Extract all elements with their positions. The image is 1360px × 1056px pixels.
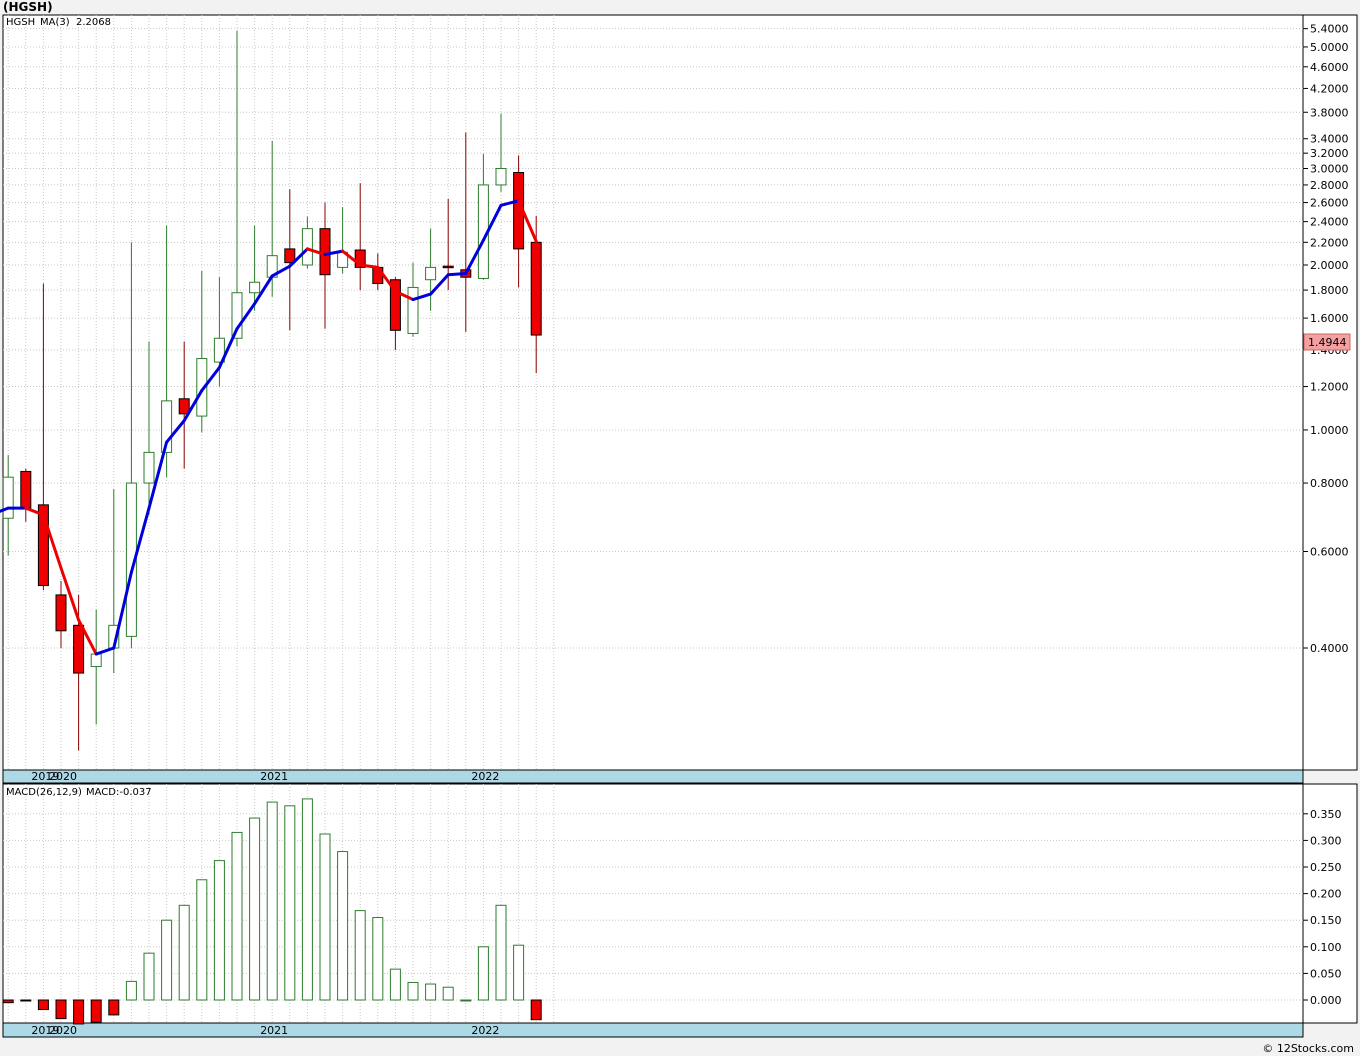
macd-y-tick-label: 0.100 bbox=[1310, 941, 1342, 954]
macd-x-tick-label: 2021 bbox=[260, 1024, 288, 1037]
price-y-tick-label: 3.0000 bbox=[1310, 163, 1349, 176]
macd-bar bbox=[354, 910, 366, 1001]
candle-body bbox=[442, 265, 454, 269]
price-y-tick-label: 3.8000 bbox=[1310, 106, 1349, 119]
macd-y-tick-label: 0.050 bbox=[1310, 967, 1342, 980]
macd-y-tick-label: 0.000 bbox=[1310, 994, 1342, 1007]
macd-bar bbox=[460, 999, 472, 1002]
price-y-tick-label: 2.0000 bbox=[1310, 259, 1349, 272]
candle-body bbox=[319, 228, 331, 276]
macd-bar bbox=[196, 879, 208, 1001]
macd-x-tick-label: 2022 bbox=[471, 1024, 499, 1037]
macd-bar bbox=[249, 817, 261, 1001]
price-y-tick-label: 0.6000 bbox=[1310, 546, 1349, 559]
macd-bar bbox=[372, 917, 384, 1001]
price-y-tick-label: 4.2000 bbox=[1310, 82, 1349, 95]
macd-bar bbox=[73, 999, 85, 1025]
macd-bar bbox=[266, 801, 278, 1001]
ma-segment bbox=[446, 271, 468, 277]
macd-bar bbox=[20, 999, 32, 1002]
macd-bar bbox=[513, 944, 525, 1001]
macd-legend-value: MACD:-0.037 bbox=[86, 787, 152, 798]
macd-bar bbox=[530, 999, 542, 1021]
price-y-tick-label: 2.4000 bbox=[1310, 216, 1349, 229]
candle-body bbox=[425, 266, 437, 281]
macd-bar bbox=[90, 999, 102, 1023]
candle-body bbox=[178, 398, 190, 415]
macd-bar bbox=[477, 946, 489, 1001]
last-price-label: 1.4944 bbox=[1308, 336, 1347, 349]
price-y-tick-label: 5.4000 bbox=[1310, 23, 1349, 36]
macd-bar bbox=[108, 999, 120, 1016]
macd-y-tick-label: 0.350 bbox=[1310, 808, 1342, 821]
price-y-tick-label: 1.0000 bbox=[1310, 424, 1349, 437]
macd-bar bbox=[407, 981, 419, 1001]
macd-bar bbox=[125, 980, 137, 1001]
price-y-tick-label: 4.6000 bbox=[1310, 61, 1349, 74]
macd-legend-label: MACD(26,12,9) bbox=[6, 787, 82, 798]
price-y-tick-label: 3.4000 bbox=[1310, 133, 1349, 146]
candle-body bbox=[143, 451, 155, 484]
candle-body bbox=[301, 228, 313, 266]
macd-y-tick-label: 0.150 bbox=[1310, 914, 1342, 927]
macd-x-axis-bar bbox=[2, 1022, 1304, 1038]
price-legend-ma-value: 2.2068 bbox=[76, 17, 111, 28]
macd-bar bbox=[55, 999, 67, 1020]
macd-y-tick-label: 0.250 bbox=[1310, 861, 1342, 874]
macd-y-tick-label: 0.300 bbox=[1310, 834, 1342, 847]
chart-canvas: 0.40000.60000.80001.00001.20001.40001.60… bbox=[0, 14, 1358, 1038]
candle-body bbox=[495, 168, 507, 186]
macd-bar bbox=[213, 860, 225, 1001]
macd-bar bbox=[37, 999, 49, 1011]
macd-bar bbox=[442, 986, 454, 1001]
candle-body bbox=[73, 624, 85, 674]
price-y-tick-label: 1.2000 bbox=[1310, 381, 1349, 394]
candle-body bbox=[249, 281, 261, 294]
macd-bar bbox=[284, 805, 296, 1001]
macd-bar bbox=[425, 983, 437, 1001]
macd-bar bbox=[2, 999, 14, 1004]
watermark: © 12Stocks.com bbox=[1262, 1042, 1354, 1055]
price-y-tick-label: 1.6000 bbox=[1310, 312, 1349, 325]
price-y-tick-label: 1.8000 bbox=[1310, 284, 1349, 297]
candle-body bbox=[2, 476, 14, 519]
candle-body bbox=[90, 653, 102, 668]
candle-body bbox=[530, 241, 542, 336]
macd-y-tick-label: 0.200 bbox=[1310, 888, 1342, 901]
macd-bar bbox=[389, 968, 401, 1001]
price-x-tick-label: 2020 bbox=[49, 770, 77, 783]
price-x-axis-bar bbox=[2, 769, 1304, 784]
price-x-tick-label: 2022 bbox=[471, 770, 499, 783]
price-legend-ma-label: MA(3) bbox=[40, 17, 70, 28]
candle-body bbox=[20, 470, 32, 509]
price-y-tick-label: 5.0000 bbox=[1310, 41, 1349, 54]
price-y-tick-label: 0.4000 bbox=[1310, 642, 1349, 655]
candle-body bbox=[284, 248, 296, 264]
macd-bar bbox=[319, 833, 331, 1001]
macd-bar bbox=[337, 851, 349, 1001]
macd-bar bbox=[161, 919, 173, 1001]
candle-body bbox=[55, 594, 67, 632]
price-y-tick-label: 2.8000 bbox=[1310, 179, 1349, 192]
price-legend-symbol: HGSH bbox=[6, 17, 35, 28]
price-y-tick-label: 0.8000 bbox=[1310, 477, 1349, 490]
macd-bar bbox=[495, 904, 507, 1001]
macd-bar bbox=[143, 952, 155, 1001]
macd-bar bbox=[231, 831, 243, 1001]
macd-bar bbox=[178, 904, 190, 1001]
price-x-tick-label: 2021 bbox=[260, 770, 288, 783]
macd-bar bbox=[301, 798, 313, 1001]
price-y-tick-label: 2.6000 bbox=[1310, 197, 1349, 210]
macd-x-tick-label: 2020 bbox=[49, 1024, 77, 1037]
price-y-tick-label: 2.2000 bbox=[1310, 236, 1349, 249]
price-y-tick-label: 3.2000 bbox=[1310, 147, 1349, 160]
candle-body bbox=[407, 286, 419, 334]
